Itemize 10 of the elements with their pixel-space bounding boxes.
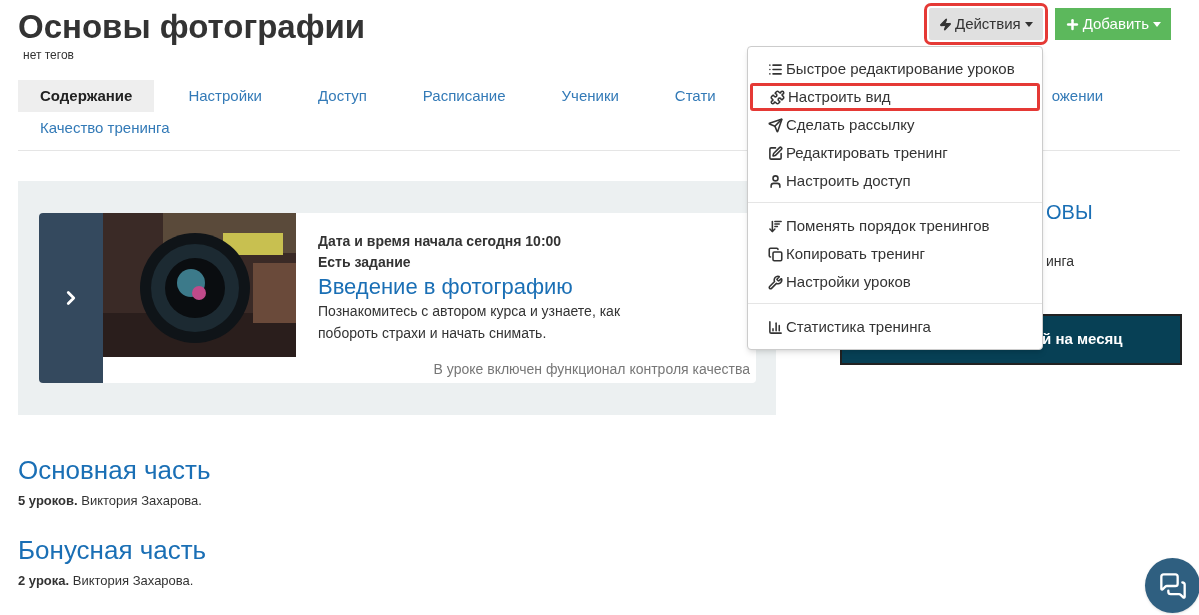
lesson-meta: Дата и время начала сегодня 10:00 — [318, 232, 563, 251]
page-title: Основы фотографии — [18, 8, 366, 46]
tags-text: нет тегов — [23, 47, 75, 64]
quality-note: В уроке включен функционал контроля качества — [433, 360, 751, 379]
section-summary: 2 урока. Виктория Захарова. — [18, 571, 194, 590]
lesson-meta: Есть задание — [318, 253, 412, 272]
side-heading: ОВЫ — [1046, 200, 1093, 225]
lesson-description: Познакомитесь с автором курса и узнаете, как побороть страхи и начать снимать. — [318, 302, 622, 343]
section-summary: 5 уроков. Виктория Захарова. — [18, 492, 202, 510]
side-text: инга — [1046, 252, 1075, 271]
